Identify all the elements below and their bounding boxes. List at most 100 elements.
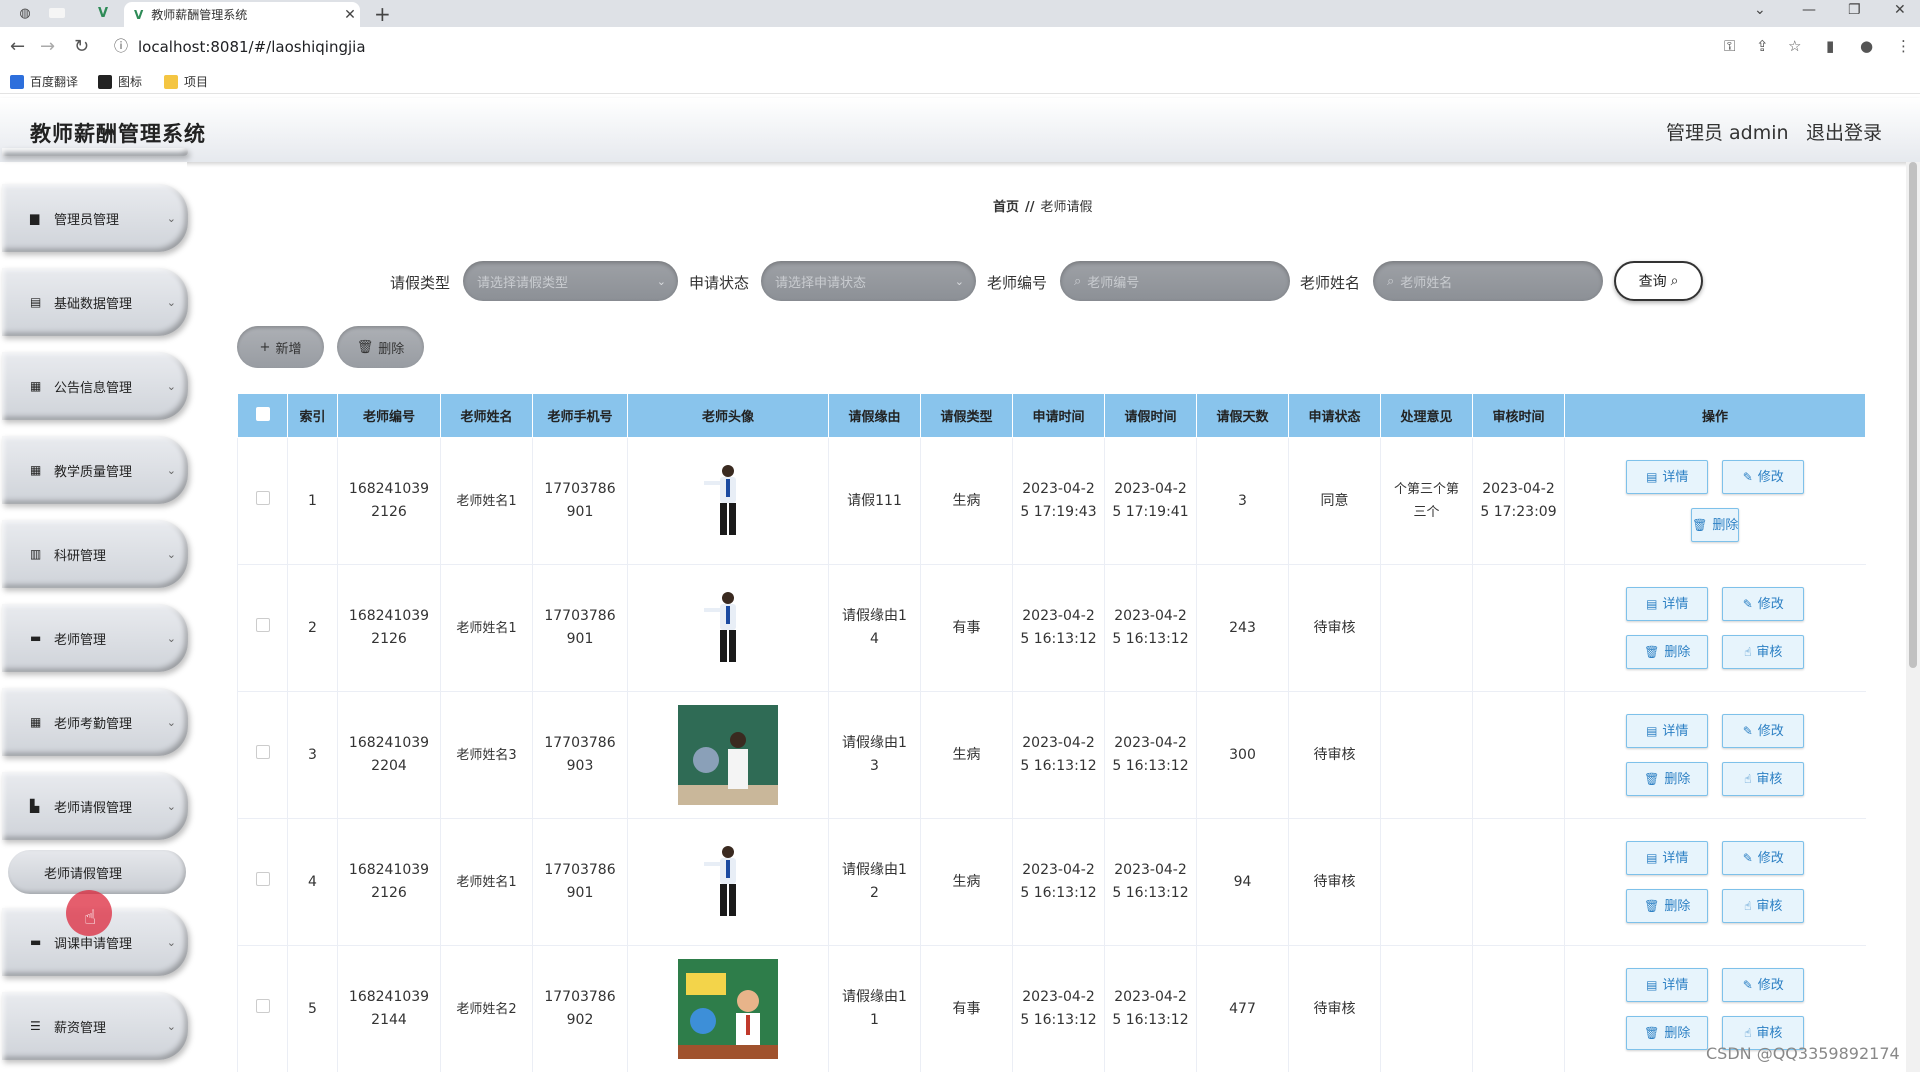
row-checkbox[interactable] — [237, 437, 288, 565]
sliders-icon: ☰ — [30, 1018, 41, 1033]
detail-button[interactable]: ▤ 详情 — [1626, 714, 1709, 748]
batch-delete-button[interactable]: 🗑 删除 — [337, 326, 424, 368]
chevron-down-icon: ⌄ — [166, 211, 176, 225]
leave-type-select[interactable]: 请选择请假类型 ⌄ — [463, 261, 678, 301]
audit-button[interactable]: ☝ 审核 — [1722, 889, 1805, 923]
audit-button[interactable]: ☝ 审核 — [1722, 635, 1805, 669]
sidebar-item-attendance[interactable]: ▦ 老师考勤管理 ⌄ — [2, 688, 188, 756]
share-icon[interactable]: ⇪ — [1756, 37, 1769, 55]
grid-icon: ▦ — [30, 714, 42, 729]
key-icon[interactable]: ⚿ — [1724, 37, 1735, 55]
row-checkbox[interactable] — [237, 691, 288, 819]
page-scrollbar[interactable] — [1906, 162, 1920, 1072]
chevron-down-icon[interactable]: ⌄ — [1754, 2, 1766, 18]
scrollbar-thumb[interactable] — [1909, 162, 1917, 668]
col-header: 操作 — [1564, 393, 1866, 438]
cell-audit-time — [1472, 691, 1565, 819]
sidebar-item-admin[interactable]: ▆ 管理员管理 ⌄ — [2, 184, 188, 252]
edit-button[interactable]: ✎ 修改 — [1722, 968, 1805, 1002]
sidebar-item-partial — [2, 148, 188, 156]
delete-button[interactable]: 🗑 删除 — [1626, 762, 1709, 796]
vue-logo-icon: V — [134, 7, 144, 22]
reload-icon[interactable]: ↻ — [74, 36, 89, 57]
teacher-avatar-image — [632, 705, 824, 805]
chevron-down-icon: ⌄ — [954, 274, 964, 288]
audit-button[interactable]: ☝ 审核 — [1722, 762, 1805, 796]
add-button[interactable]: + 新增 — [237, 326, 324, 368]
edit-icon: ✎ — [1742, 723, 1753, 738]
row-checkbox[interactable] — [237, 818, 288, 946]
cell-teacher-no: 168241039 2126 — [337, 564, 441, 692]
sidebar-item-leave[interactable]: ▙ 老师请假管理 ⌄ — [2, 772, 188, 840]
chevron-down-icon: ⌄ — [166, 935, 176, 949]
teacher-no-input[interactable]: ⌕ 老师编号 — [1060, 261, 1290, 301]
sidebar-item-teaching-quality[interactable]: ▦ 教学质量管理 ⌄ — [2, 436, 188, 504]
delete-button[interactable]: 🗑 删除 — [1691, 508, 1740, 542]
col-header: 处理意见 — [1380, 393, 1473, 438]
breadcrumb-home[interactable]: 首页 — [993, 200, 1019, 215]
row-checkbox[interactable] — [237, 945, 288, 1072]
select-all-checkbox[interactable] — [237, 393, 288, 438]
chart-icon: ▙ — [30, 798, 40, 813]
edit-button[interactable]: ✎ 修改 — [1722, 841, 1805, 875]
edit-button[interactable]: ✎ 修改 — [1722, 460, 1805, 494]
forward-icon[interactable]: → — [40, 36, 55, 57]
star-icon[interactable]: ☆ — [1788, 37, 1801, 55]
detail-icon: ▤ — [1646, 723, 1658, 738]
close-tab-icon[interactable]: ✕ — [340, 7, 360, 23]
blank-tab[interactable] — [44, 2, 70, 24]
teacher-name-input[interactable]: ⌕ 老师姓名 — [1373, 261, 1603, 301]
search-button[interactable]: 查询 ⌕ — [1614, 261, 1703, 301]
sidebar-item-salary[interactable]: ☰ 薪资管理 ⌄ — [2, 992, 188, 1060]
edit-button[interactable]: ✎ 修改 — [1722, 714, 1805, 748]
chevron-down-icon: ⌄ — [166, 295, 176, 309]
logout-link[interactable]: 退出登录 — [1806, 118, 1882, 145]
menu-icon[interactable]: ⋮ — [1896, 37, 1911, 55]
detail-button[interactable]: ▤ 详情 — [1626, 841, 1709, 875]
edit-button[interactable]: ✎ 修改 — [1722, 587, 1805, 621]
bookmark-item[interactable]: 百度翻译 — [10, 73, 78, 90]
cell-leave-time: 2023-04-2 5 16:13:12 — [1104, 564, 1197, 692]
sidebar-item-teacher[interactable]: ▬ 老师管理 ⌄ — [2, 604, 188, 672]
row-checkbox[interactable] — [237, 564, 288, 692]
url-field[interactable]: localhost:8081/#/laoshiqingjia — [138, 38, 366, 56]
chevron-down-icon: ⌄ — [166, 1019, 176, 1033]
cell-index: 3 — [287, 691, 338, 819]
info-icon[interactable]: ⓘ — [114, 36, 128, 56]
globe-icon[interactable]: ◍ — [14, 2, 36, 24]
audit-icon: ☝ — [1744, 644, 1752, 659]
new-tab-icon[interactable]: + — [374, 2, 391, 26]
col-header: 索引 — [287, 393, 338, 438]
cell-apply-time: 2023-04-2 5 16:13:12 — [1012, 691, 1105, 819]
chevron-down-icon: ⌄ — [166, 379, 176, 393]
status-select[interactable]: 请选择申请状态 ⌄ — [761, 261, 976, 301]
breadcrumb-current: 老师请假 — [1040, 200, 1093, 215]
delete-button[interactable]: 🗑 删除 — [1626, 1016, 1709, 1050]
close-window-icon[interactable]: ✕ — [1894, 2, 1906, 18]
detail-button[interactable]: ▤ 详情 — [1626, 460, 1709, 494]
cell-days: 3 — [1196, 437, 1289, 565]
cell-status: 待审核 — [1288, 945, 1381, 1072]
profile-icon[interactable]: ● — [1860, 37, 1873, 55]
detail-button[interactable]: ▤ 详情 — [1626, 587, 1709, 621]
sidebar-item-base-data[interactable]: ▤ 基础数据管理 ⌄ — [2, 268, 188, 336]
sidebar-item-notice[interactable]: ▦ 公告信息管理 ⌄ — [2, 352, 188, 420]
audit-icon: ☝ — [1744, 1025, 1752, 1040]
sidebar-subitem-leave-manage[interactable]: 老师请假管理 — [8, 850, 186, 894]
minimize-icon[interactable]: — — [1802, 2, 1816, 18]
bookmark-item[interactable]: 项目 — [164, 73, 208, 90]
sidepanel-icon[interactable]: ▮ — [1826, 37, 1834, 55]
detail-button[interactable]: ▤ 详情 — [1626, 968, 1709, 1002]
chevron-down-icon: ⌄ — [656, 274, 666, 288]
active-tab[interactable]: V 教师薪酬管理系统 ✕ — [124, 2, 360, 27]
restore-icon[interactable]: ❐ — [1848, 2, 1861, 18]
vue-tab-icon[interactable]: V — [92, 2, 114, 24]
sidebar-item-research[interactable]: ▥ 科研管理 ⌄ — [2, 520, 188, 588]
delete-button[interactable]: 🗑 删除 — [1626, 635, 1709, 669]
cell-status: 待审核 — [1288, 691, 1381, 819]
delete-button[interactable]: 🗑 删除 — [1626, 889, 1709, 923]
bookmark-item[interactable]: 图标 — [98, 73, 142, 90]
delete-icon: 🗑 — [1644, 1025, 1660, 1040]
back-icon[interactable]: ← — [10, 36, 25, 57]
cell-phone: 17703786 901 — [532, 818, 628, 946]
